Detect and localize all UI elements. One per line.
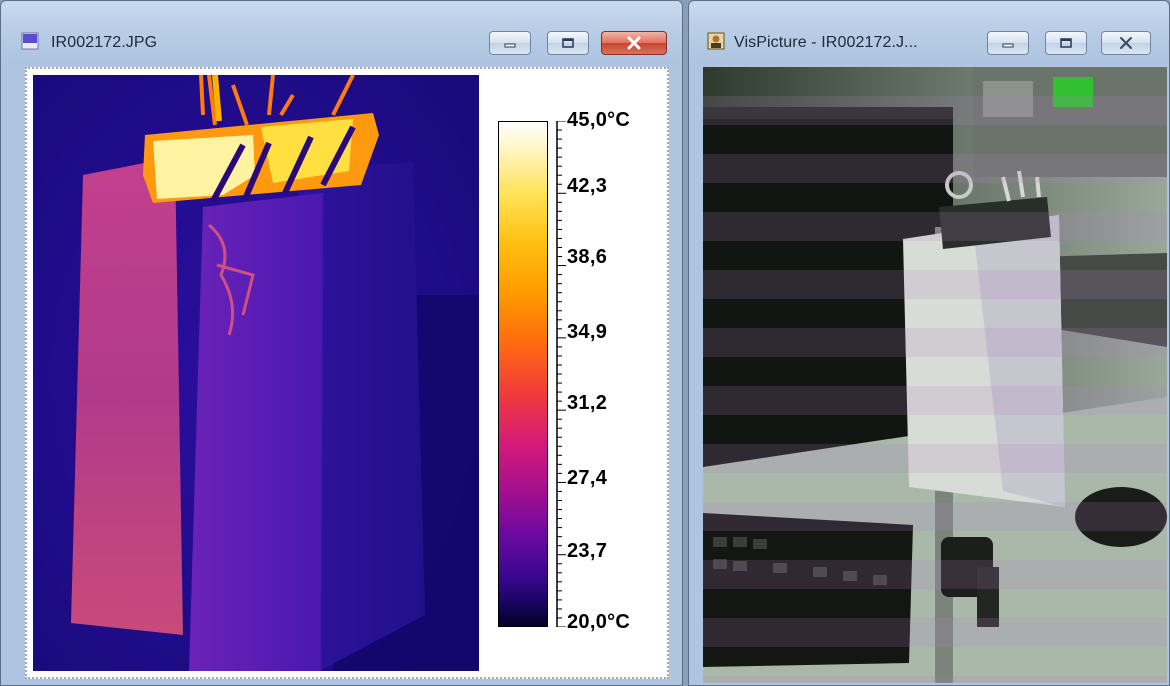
- close-icon: [627, 36, 641, 50]
- vis-close-button[interactable]: [1101, 31, 1151, 55]
- maximize-icon: [1060, 38, 1072, 48]
- scale-label: 42,3: [567, 175, 608, 197]
- ir-maximize-button[interactable]: [547, 31, 589, 55]
- close-icon: [1120, 37, 1132, 49]
- ir-minimize-button[interactable]: [489, 31, 531, 55]
- vis-picture-window[interactable]: VisPicture - IR002172.J...: [688, 0, 1170, 686]
- scale-label: 27,4: [567, 467, 608, 489]
- minimize-icon: [1002, 43, 1014, 48]
- camera-picture-icon: [707, 32, 725, 50]
- vis-window-title: VisPicture - IR002172.J...: [734, 34, 918, 51]
- vis-minimize-button[interactable]: [987, 31, 1029, 55]
- ir-image-window[interactable]: IR002172.JPG 45,0°C 42,3 38,6 34,9 31,2 …: [0, 0, 683, 686]
- maximize-icon: [562, 38, 574, 48]
- visible-photo: [703, 67, 1167, 683]
- vis-maximize-button[interactable]: [1045, 31, 1087, 55]
- ir-window-title: IR002172.JPG: [51, 34, 158, 51]
- ir-client-area: 45,0°C 42,3 38,6 34,9 31,2 27,4 23,7 20,…: [25, 67, 669, 679]
- scale-label-min: 20,0°C: [567, 611, 631, 633]
- ir-image-icon: [21, 32, 39, 50]
- ir-window-titlebar[interactable]: IR002172.JPG: [1, 1, 682, 63]
- vis-window-titlebar[interactable]: VisPicture - IR002172.J...: [689, 1, 1169, 63]
- vis-client-area: [703, 67, 1167, 683]
- scale-label-max: 45,0°C: [567, 109, 631, 131]
- thermal-image: [33, 75, 479, 671]
- temperature-scale-bar: [498, 121, 548, 627]
- scale-label: 23,7: [567, 540, 608, 562]
- scale-label: 34,9: [567, 321, 608, 343]
- scale-label: 38,6: [567, 246, 608, 268]
- ir-close-button[interactable]: [601, 31, 667, 55]
- scale-label: 31,2: [567, 392, 608, 414]
- temperature-scale-axis: [556, 121, 566, 627]
- minimize-icon: [504, 43, 516, 48]
